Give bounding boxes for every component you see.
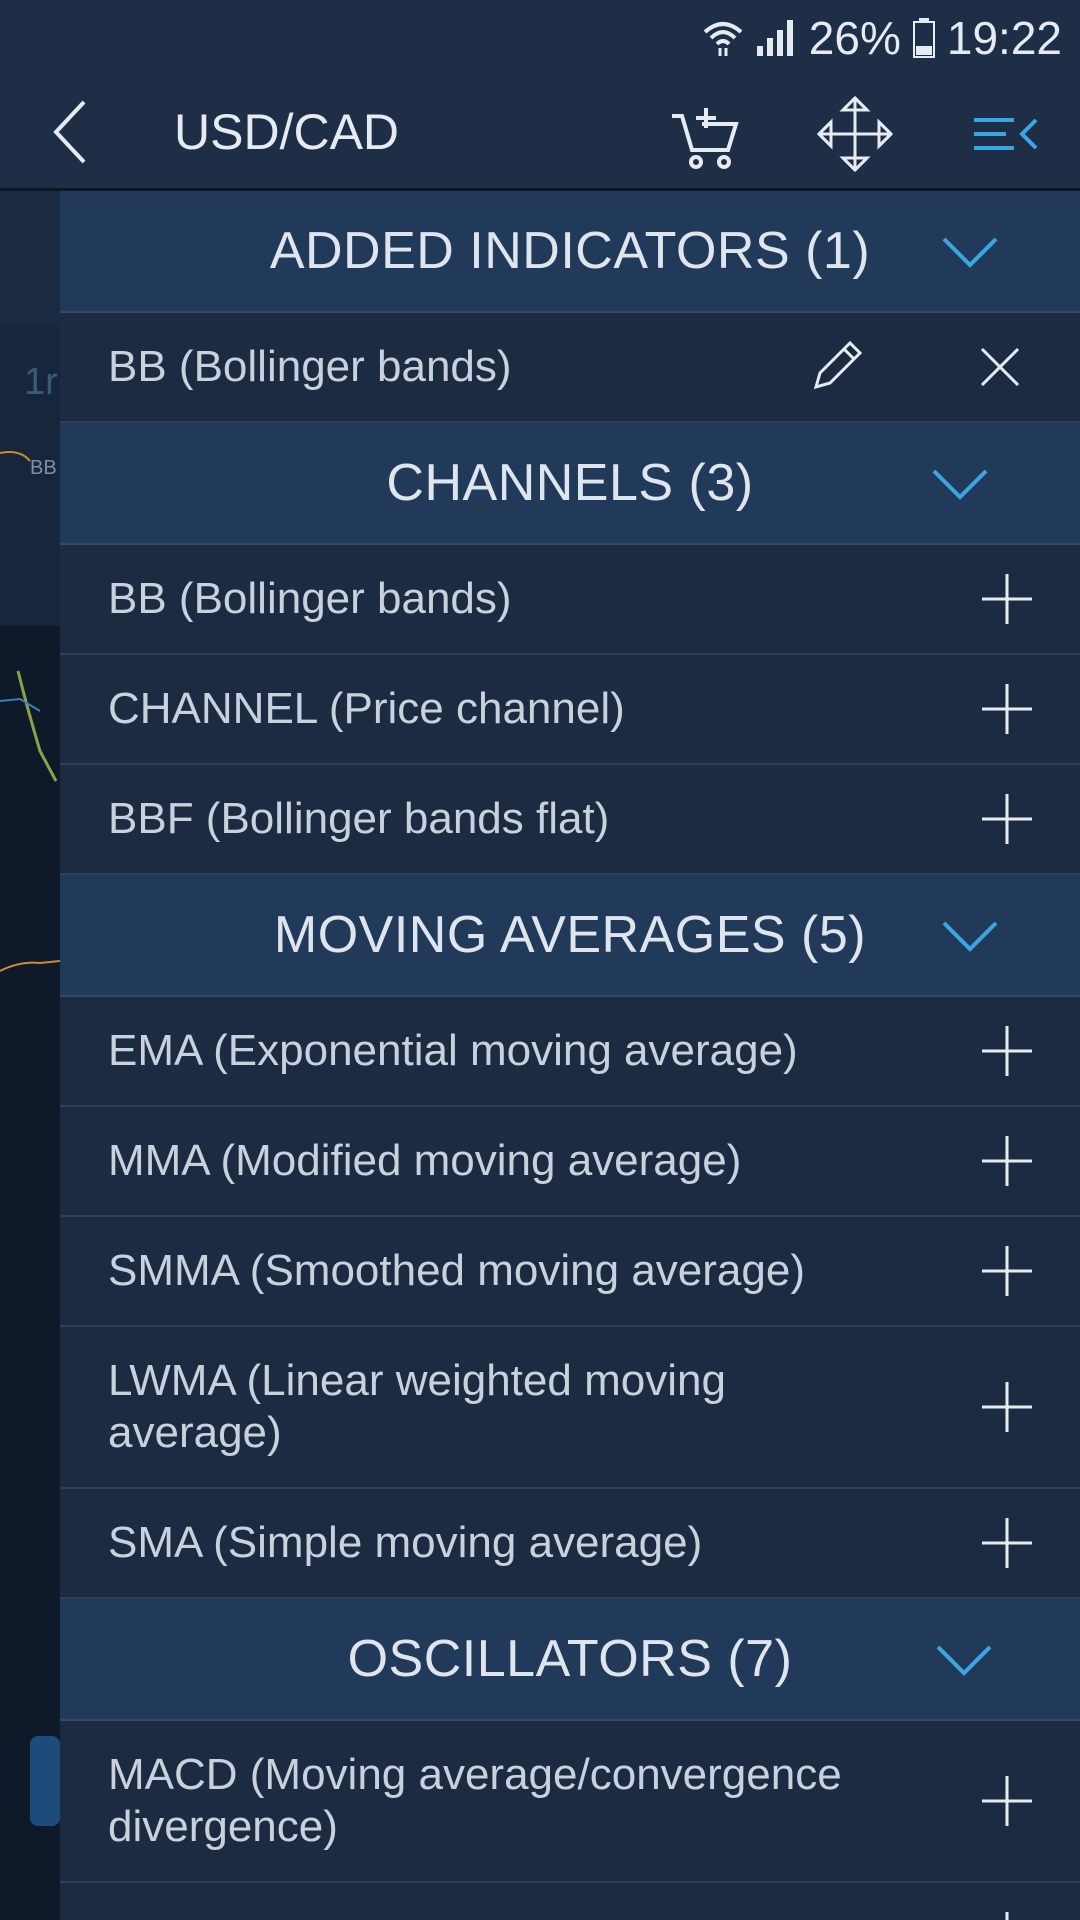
wifi-icon xyxy=(703,22,743,56)
chevron-down-icon[interactable] xyxy=(940,233,1000,273)
chart-side-chip[interactable] xyxy=(30,1736,60,1826)
indicator-label: SMMA (Smoothed moving average) xyxy=(108,1246,805,1295)
indicator-label: MMA (Modified moving average) xyxy=(108,1136,742,1185)
indicator-row[interactable]: EMA (Exponential moving average) xyxy=(60,997,1080,1107)
section-added-indicators[interactable]: ADDED INDICATORS (1) xyxy=(60,191,1080,313)
indicator-row[interactable]: LWMA (Linear weighted moving average) xyxy=(60,1327,1080,1489)
indicator-row[interactable]: SMMA (Smoothed moving average) xyxy=(60,1217,1080,1327)
section-oscillators[interactable]: OSCILLATORS (7) xyxy=(60,1599,1080,1721)
signal-icon xyxy=(756,20,793,56)
clock: 19:22 xyxy=(946,12,1062,64)
added-indicator-row: BB (Bollinger bands) xyxy=(60,313,1080,423)
indicator-row[interactable]: BBF (Bollinger bands flat) xyxy=(60,765,1080,875)
battery-percent: 26% xyxy=(808,12,901,64)
plus-icon[interactable] xyxy=(980,1774,1034,1828)
chevron-down-icon[interactable] xyxy=(930,465,990,505)
app-bar: USD/CAD xyxy=(0,76,1080,191)
section-title: MOVING AVERAGES (5) xyxy=(273,906,867,964)
section-title: CHANNELS (3) xyxy=(386,454,754,512)
indicator-label: BB (Bollinger bands) xyxy=(108,342,512,391)
status-icons: 26% 19:22 xyxy=(703,10,1062,66)
indicator-row[interactable] xyxy=(60,1883,1080,1920)
chart-lines xyxy=(0,451,60,972)
indicator-row[interactable]: MACD (Moving average/convergence diverge… xyxy=(60,1721,1080,1883)
indicators-drawer: ADDED INDICATORS (1) BB (Bollinger bands… xyxy=(60,191,1080,1920)
indicator-row[interactable]: MMA (Modified moving average) xyxy=(60,1107,1080,1217)
edit-pencil-icon[interactable] xyxy=(806,337,866,397)
indicator-label: BBF (Bollinger bands flat) xyxy=(108,794,610,843)
plus-icon[interactable] xyxy=(980,1910,1034,1920)
chart-background: 1r BB xyxy=(0,191,60,1920)
plus-icon[interactable] xyxy=(980,1024,1034,1078)
indicators-menu-button[interactable] xyxy=(966,94,1046,174)
indicator-row[interactable]: SMA (Simple moving average) xyxy=(60,1489,1080,1599)
back-icon xyxy=(53,100,86,164)
section-moving-averages[interactable]: MOVING AVERAGES (5) xyxy=(60,875,1080,997)
plus-icon[interactable] xyxy=(980,792,1034,846)
cart-add-icon xyxy=(672,108,739,169)
plus-icon[interactable] xyxy=(980,572,1034,626)
move-button[interactable] xyxy=(815,94,895,174)
page-title: USD/CAD xyxy=(174,104,400,160)
indicator-label: MACD (Moving average/convergence diverge… xyxy=(108,1750,842,1851)
section-title: ADDED INDICATORS (1) xyxy=(269,222,871,280)
plus-icon[interactable] xyxy=(980,1244,1034,1298)
menu-collapse-icon xyxy=(974,118,1038,150)
indicator-label: SMA (Simple moving average) xyxy=(108,1518,703,1567)
close-icon[interactable] xyxy=(978,345,1022,389)
section-channels[interactable]: CHANNELS (3) xyxy=(60,423,1080,545)
add-to-cart-button[interactable] xyxy=(664,94,744,174)
indicator-row[interactable]: CHANNEL (Price channel) xyxy=(60,655,1080,765)
status-bar: 26% 19:22 xyxy=(0,0,1080,76)
chevron-down-icon[interactable] xyxy=(934,1641,994,1681)
plus-icon[interactable] xyxy=(980,1516,1034,1570)
indicator-label: BB (Bollinger bands) xyxy=(108,574,512,623)
plus-icon[interactable] xyxy=(980,682,1034,736)
indicator-row[interactable]: BB (Bollinger bands) xyxy=(60,545,1080,655)
chevron-down-icon[interactable] xyxy=(940,917,1000,957)
indicator-label: EMA (Exponential moving average) xyxy=(108,1026,798,1075)
section-title: OSCILLATORS (7) xyxy=(347,1630,793,1688)
plus-icon[interactable] xyxy=(980,1380,1034,1434)
indicator-label: CHANNEL (Price channel) xyxy=(108,684,625,733)
move-arrows-icon xyxy=(816,95,894,173)
plus-icon[interactable] xyxy=(980,1134,1034,1188)
indicator-label: LWMA (Linear weighted moving average) xyxy=(108,1356,726,1457)
back-button[interactable] xyxy=(40,94,110,170)
battery-icon xyxy=(912,18,935,58)
